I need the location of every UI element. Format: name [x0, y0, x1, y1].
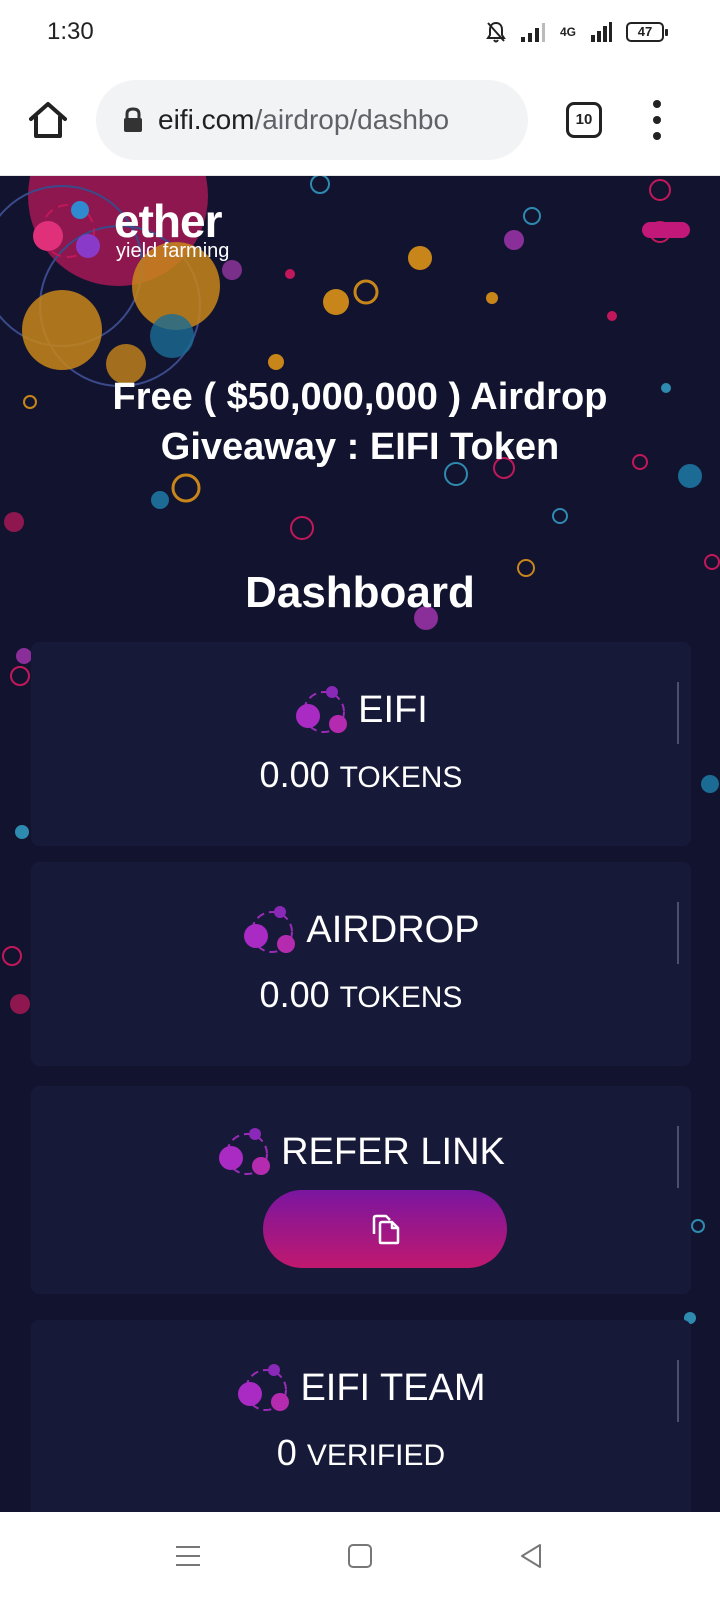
card-airdrop: AIRDROP 0.00 TOKENS: [31, 862, 691, 1066]
status-bar: 1:30 4G 47: [0, 0, 720, 64]
system-nav-bar: [0, 1512, 720, 1600]
page-title: Dashboard: [245, 568, 475, 617]
card-header: REFER LINK: [31, 1126, 691, 1178]
logo-mark-icon: [33, 201, 100, 258]
headline-line-1: Free ( $50,000,000 ) Airdrop: [112, 376, 608, 418]
copy-refer-link-button[interactable]: [263, 1190, 507, 1268]
tab-switcher-button[interactable]: 10: [566, 102, 602, 138]
card-value: 0.00 TOKENS: [31, 974, 691, 1016]
status-time: 1:30: [47, 18, 94, 45]
page-content: ether yield farming Free ( $50,000,000 )…: [0, 176, 720, 1512]
token-unit: TOKENS: [339, 981, 463, 1014]
card-label: AIRDROP: [306, 908, 480, 951]
token-icon: [238, 1364, 290, 1411]
lock-icon: [124, 107, 142, 132]
card-value: 0 VERIFIED: [31, 1432, 691, 1474]
card-header: EIFI: [31, 684, 691, 736]
team-count: 0: [276, 1432, 297, 1473]
card-eifi: EIFI 0.00 TOKENS: [31, 642, 691, 846]
headline-line-2: Giveaway : EIFI Token: [160, 426, 560, 468]
copy-icon: [372, 1214, 400, 1245]
menu-toggle-button[interactable]: [642, 222, 690, 238]
card-refer-link: REFER LINK: [31, 1086, 691, 1294]
token-amount: 0.00: [259, 754, 330, 795]
back-icon[interactable]: [516, 1540, 548, 1572]
home-icon[interactable]: [26, 98, 70, 142]
card-header: EIFI TEAM: [31, 1362, 691, 1414]
card-label: REFER LINK: [281, 1130, 505, 1173]
token-unit: TOKENS: [339, 761, 463, 794]
card-label: EIFI: [358, 688, 428, 731]
nav-home-icon[interactable]: [344, 1540, 376, 1572]
url-text: eifi.com/airdrop/dashbo: [158, 104, 449, 136]
browser-toolbar: eifi.com/airdrop/dashbo 10: [0, 64, 720, 176]
page-headline: Free ( $50,000,000 ) Airdrop Giveaway : …: [40, 372, 680, 472]
card-value: 0.00 TOKENS: [31, 754, 691, 796]
logo-tagline: yield farming: [116, 240, 230, 262]
token-icon: [296, 686, 348, 733]
more-vert-icon[interactable]: [652, 100, 662, 140]
card-header: AIRDROP: [31, 904, 691, 956]
network-type: 4G: [559, 25, 576, 39]
signal-icon-2: [591, 22, 612, 42]
card-eifi-team: EIFI TEAM 0 VERIFIED: [31, 1320, 691, 1512]
status-icons: 4G 47: [486, 18, 668, 46]
token-icon: [244, 906, 296, 953]
recents-icon[interactable]: [172, 1540, 204, 1572]
card-label: EIFI TEAM: [300, 1366, 486, 1409]
token-icon: [219, 1128, 271, 1175]
battery-indicator: 47: [626, 22, 668, 42]
address-bar[interactable]: eifi.com/airdrop/dashbo: [96, 80, 528, 160]
token-amount: 0.00: [259, 974, 330, 1015]
team-unit: VERIFIED: [306, 1439, 446, 1472]
signal-icon: [520, 23, 545, 42]
mute-icon: [486, 21, 506, 43]
url-path: /airdrop/dashbo: [254, 104, 450, 135]
url-host: eifi.com: [158, 104, 255, 135]
